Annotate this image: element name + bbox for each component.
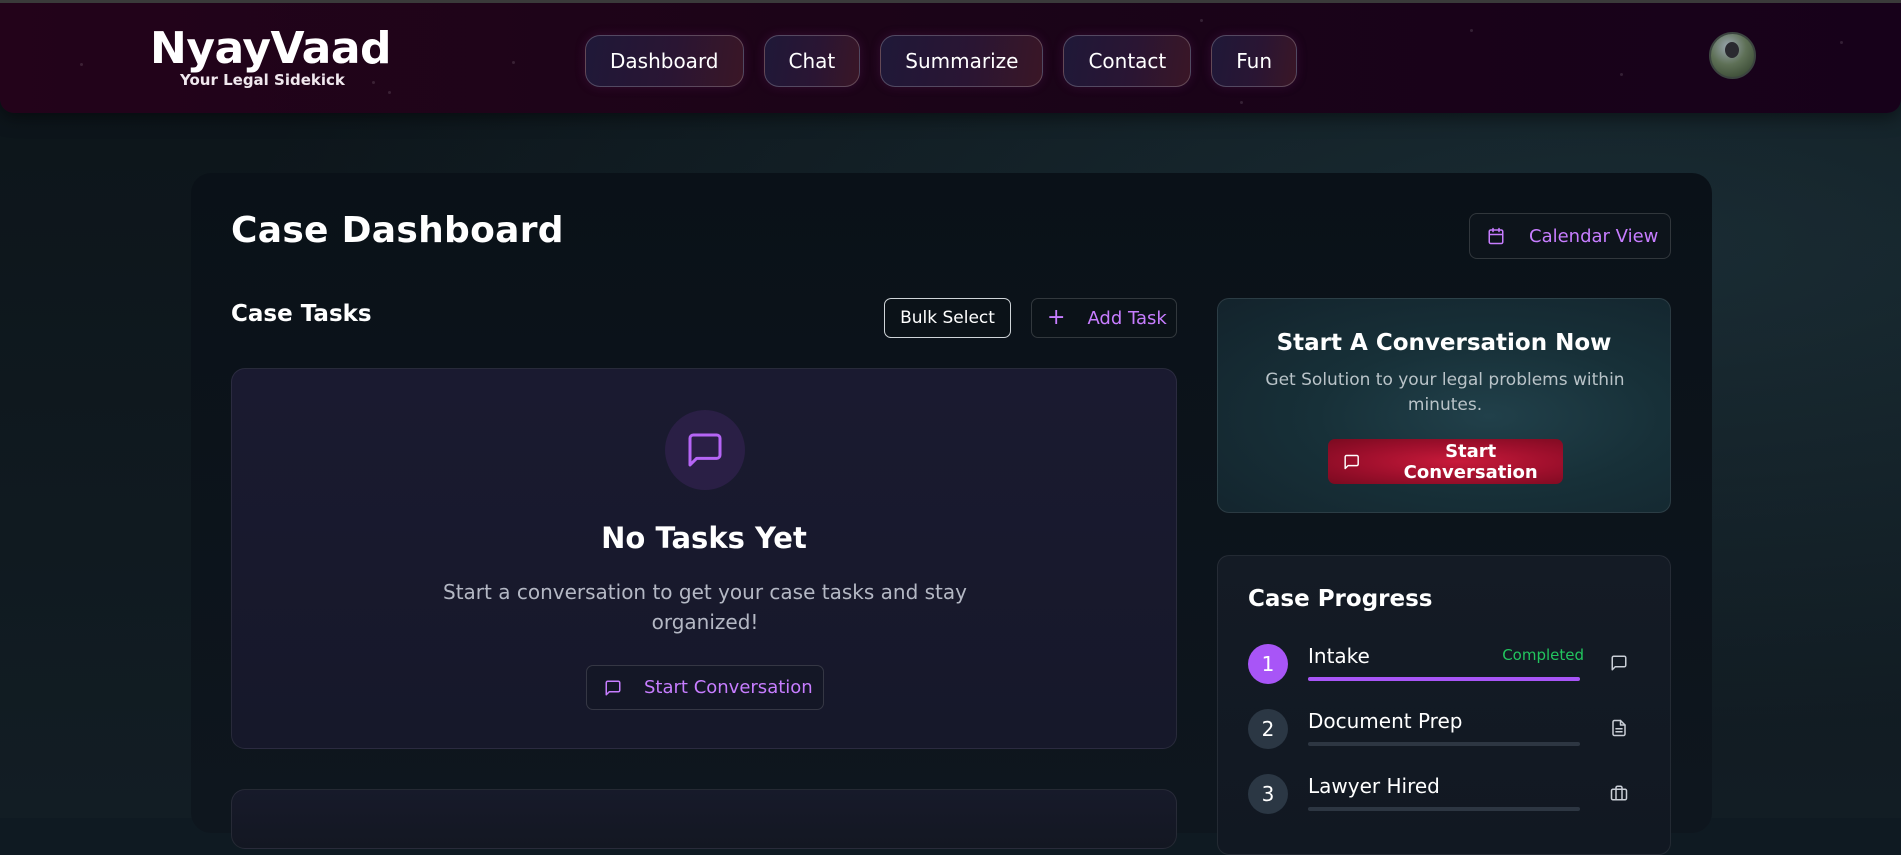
calendar-view-button[interactable]: Calendar View: [1469, 213, 1671, 259]
nav-summarize[interactable]: Summarize: [880, 35, 1044, 87]
empty-tasks-panel: No Tasks Yet Start a conversation to get…: [231, 368, 1177, 749]
chat-icon[interactable]: [1610, 654, 1628, 672]
promo-title: Start A Conversation Now: [1276, 330, 1612, 356]
step-progress-bar: [1308, 677, 1580, 681]
calendar-view-label: Calendar View: [1529, 225, 1659, 247]
case-progress-card: Case Progress 1 Intake Completed 2 Docum…: [1217, 555, 1671, 855]
document-icon[interactable]: [1610, 719, 1628, 737]
user-avatar[interactable]: [1709, 32, 1756, 79]
step-number: 2: [1248, 709, 1288, 749]
briefcase-icon[interactable]: [1610, 784, 1628, 802]
step-name: Document Prep: [1308, 709, 1463, 733]
conversation-promo-card: Start A Conversation Now Get Solution to…: [1217, 298, 1671, 513]
promo-button-label: Start Conversation: [1403, 440, 1538, 483]
nav-fun[interactable]: Fun: [1211, 35, 1298, 87]
plus-icon: +: [1047, 305, 1066, 330]
add-task-button[interactable]: + Add Task: [1031, 298, 1177, 338]
case-progress-title: Case Progress: [1248, 586, 1433, 612]
empty-tasks-text: Start a conversation to get your case ta…: [443, 580, 967, 634]
nav-dashboard[interactable]: Dashboard: [585, 35, 744, 87]
step-name: Intake: [1308, 644, 1370, 668]
start-conversation-label: Start Conversation: [644, 677, 813, 698]
chat-icon: [605, 680, 621, 695]
app-logo[interactable]: NyayVaad Your Legal Sidekick: [150, 23, 392, 90]
start-conversation-button[interactable]: Start Conversation: [586, 665, 824, 710]
dashboard-card: Case Dashboard Calendar View Case Tasks …: [191, 173, 1712, 855]
progress-step-intake[interactable]: 1 Intake Completed: [1248, 644, 1648, 688]
step-progress-fill: [1308, 677, 1580, 681]
step-progress-bar: [1308, 742, 1580, 746]
nav-contact[interactable]: Contact: [1063, 35, 1192, 87]
step-name: Lawyer Hired: [1308, 774, 1440, 798]
promo-text: Get Solution to your legal problems with…: [1265, 370, 1625, 415]
step-number: 1: [1248, 644, 1288, 684]
bulk-select-button[interactable]: Bulk Select: [884, 298, 1011, 338]
step-status-badge: Completed: [1502, 646, 1584, 664]
add-task-label: Add Task: [1087, 307, 1167, 329]
main-nav: Dashboard Chat Summarize Contact Fun: [585, 35, 1298, 87]
chat-icon: [1344, 454, 1359, 469]
progress-step-document-prep[interactable]: 2 Document Prep: [1248, 709, 1648, 753]
step-number: 3: [1248, 774, 1288, 814]
nav-chat[interactable]: Chat: [763, 35, 861, 87]
calendar-icon: [1488, 227, 1504, 245]
app-name: NyayVaad: [150, 23, 392, 74]
step-progress-bar: [1308, 807, 1580, 811]
case-tasks-title: Case Tasks: [231, 301, 372, 327]
promo-start-conversation-button[interactable]: Start Conversation: [1328, 439, 1563, 484]
top-navbar: NyayVaad Your Legal Sidekick Dashboard C…: [0, 0, 1901, 113]
secondary-panel: [231, 789, 1177, 849]
chat-bubble-icon: [665, 410, 745, 490]
page-title: Case Dashboard: [231, 210, 564, 251]
progress-step-lawyer-hired[interactable]: 3 Lawyer Hired: [1248, 774, 1648, 818]
empty-tasks-title: No Tasks Yet: [601, 521, 807, 555]
